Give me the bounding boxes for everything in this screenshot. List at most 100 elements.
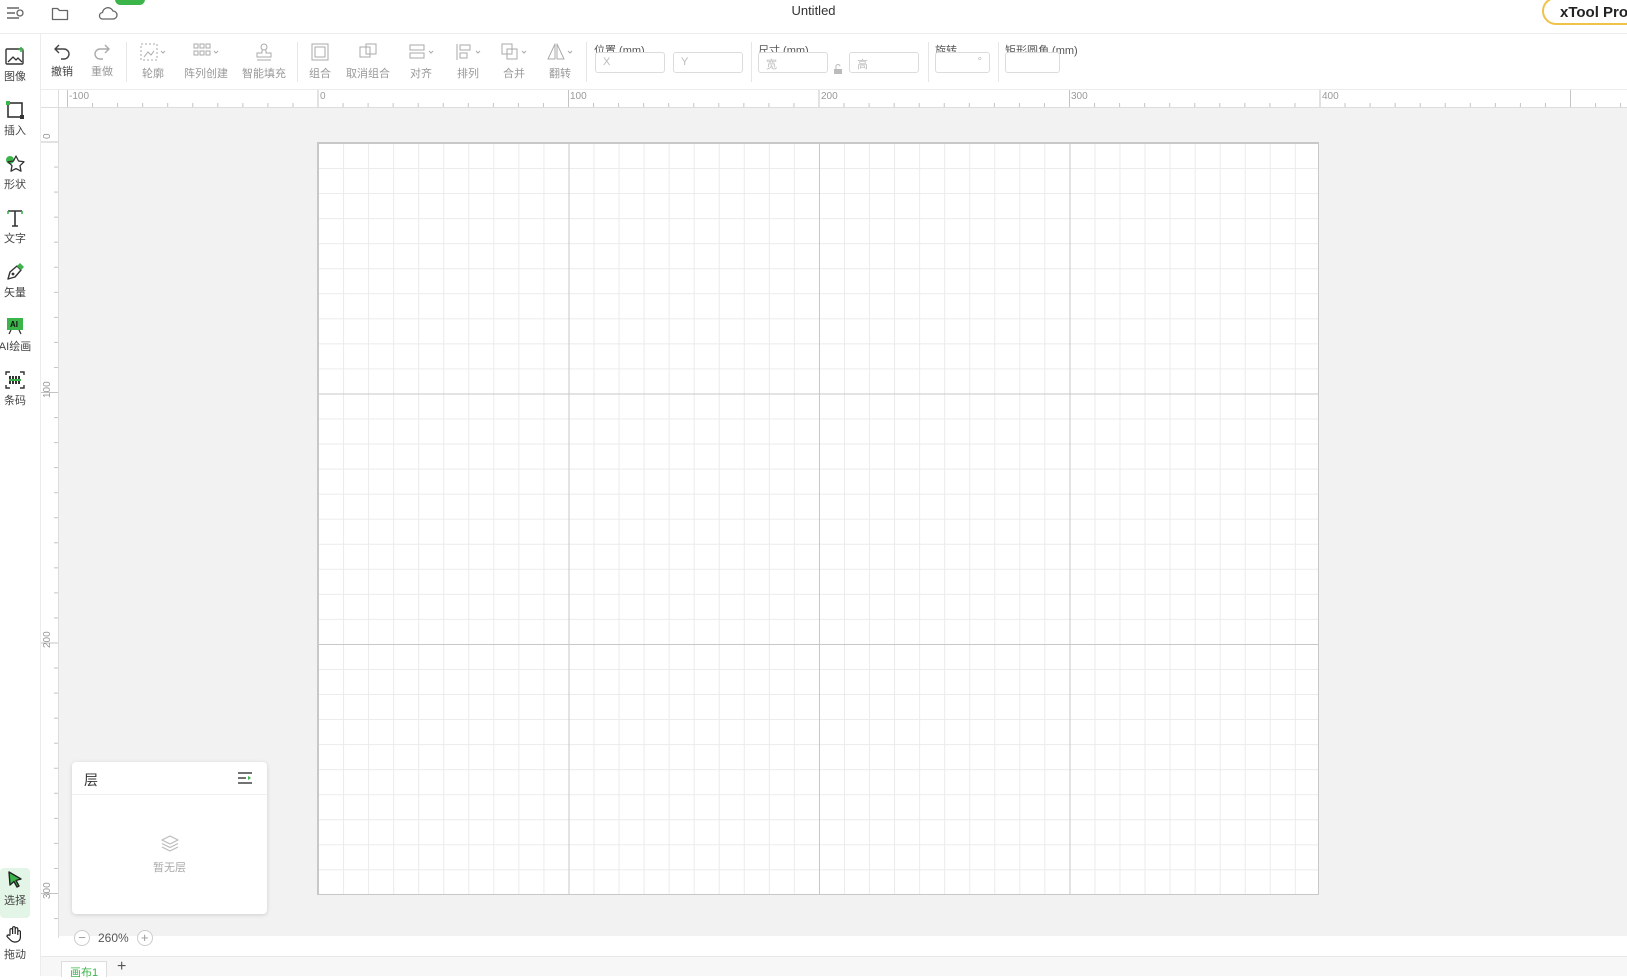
- tool-label: 文字: [4, 233, 26, 245]
- insert-icon: [6, 101, 24, 119]
- work-area-grid[interactable]: [317, 142, 1319, 895]
- toolbar-divider: [751, 42, 752, 82]
- ruler-label: 0: [42, 133, 53, 139]
- merge-button[interactable]: 合并: [500, 42, 528, 81]
- array-label: 阵列创建: [184, 68, 228, 80]
- ungroup-label: 取消组合: [346, 68, 390, 80]
- image-icon: [5, 47, 24, 65]
- zoom-level: 260%: [98, 931, 129, 945]
- title-bar: Untitled xTool Pro: [0, 0, 1627, 34]
- undo-label: 撤销: [51, 66, 73, 78]
- tool-vector[interactable]: 矢量: [0, 260, 30, 310]
- ungroup-icon: [359, 43, 377, 58]
- ruler-label: 400: [1322, 91, 1339, 102]
- layers-icon: [160, 835, 179, 852]
- tool-ai[interactable]: AI AI绘画: [0, 314, 32, 364]
- tool-insert[interactable]: 插入: [0, 98, 30, 148]
- flip-label: 翻转: [549, 68, 571, 80]
- arrange-icon: [456, 44, 481, 60]
- left-toolbar: 图像 插入 形状 文字 矢量 AI AI绘画 条码 选择 拖动: [0, 34, 41, 976]
- layers-title: 层: [84, 772, 98, 788]
- zoom-in-button[interactable]: +: [136, 930, 153, 946]
- tool-shape[interactable]: 形状: [0, 152, 30, 202]
- arrange-label: 排列: [457, 68, 479, 80]
- vertical-ruler-ticks: [41, 141, 58, 920]
- array-icon: [193, 43, 219, 56]
- rotate-input[interactable]: °: [935, 52, 990, 73]
- outline-button[interactable]: 轮廓: [139, 42, 167, 81]
- canvas-tab-bar: 画布1 +: [41, 956, 1627, 979]
- undo-icon: [54, 44, 70, 60]
- layers-menu-icon[interactable]: [237, 771, 253, 790]
- tool-label: AI绘画: [0, 341, 32, 353]
- cursor-icon: [8, 871, 22, 888]
- add-canvas-button[interactable]: +: [117, 958, 126, 976]
- layers-empty-text: 暂无层: [153, 862, 186, 874]
- tool-label: 图像: [4, 71, 26, 83]
- ruler-label: 100: [570, 91, 587, 102]
- align-button[interactable]: 对齐: [407, 42, 435, 81]
- flip-button[interactable]: 翻转: [546, 42, 574, 81]
- canvas-tab[interactable]: 画布1: [61, 961, 107, 979]
- tool-label: 插入: [4, 125, 26, 137]
- toolbar-divider: [586, 42, 587, 82]
- top-toolbar: 撤销 重做 轮廓 阵列创建 智能填充 组合 取消组合 对齐 排列 合并 翻转 位…: [41, 34, 1627, 90]
- stamp-icon: [256, 43, 272, 61]
- cloud-badge: [115, 0, 145, 5]
- tool-label: 矢量: [4, 287, 26, 299]
- ruler-label: 200: [42, 631, 53, 648]
- x-input[interactable]: X: [595, 52, 665, 73]
- tool-pan[interactable]: 拖动: [0, 922, 30, 972]
- zoom-control: − 260% +: [74, 928, 166, 948]
- tool-label: 形状: [4, 179, 26, 191]
- group-button[interactable]: 组合: [309, 42, 331, 81]
- arrange-button[interactable]: 排列: [454, 42, 482, 81]
- layers-panel: 层 暂无层: [72, 762, 267, 914]
- horizontal-ruler-ticks: [67, 90, 1622, 107]
- ruler-corner: [41, 90, 59, 108]
- pen-icon: [7, 263, 24, 280]
- height-input[interactable]: 高: [849, 52, 919, 73]
- lock-ratio-icon[interactable]: [832, 62, 844, 80]
- undo-button[interactable]: 撤销: [51, 42, 73, 79]
- toolbar-divider: [998, 42, 999, 82]
- smart-fill-button[interactable]: 智能填充: [242, 42, 286, 81]
- star-icon: [6, 155, 25, 172]
- merge-label: 合并: [503, 68, 525, 80]
- ruler-label: 100: [42, 381, 53, 398]
- tool-text[interactable]: 文字: [0, 206, 30, 256]
- align-label: 对齐: [410, 68, 432, 80]
- layers-empty-state: 暂无层: [72, 834, 267, 875]
- corner-radius-input[interactable]: [1005, 52, 1060, 73]
- tool-label: 选择: [4, 895, 26, 907]
- toolbar-divider: [297, 42, 298, 82]
- ai-icon: AI: [7, 318, 23, 335]
- group-label: 组合: [309, 68, 331, 80]
- tool-select[interactable]: 选择: [0, 868, 30, 918]
- ruler-label: -100: [69, 91, 90, 102]
- flip-icon: [547, 43, 573, 60]
- cloud-icon[interactable]: [95, 2, 119, 24]
- array-button[interactable]: 阵列创建: [184, 42, 228, 81]
- canvas-area[interactable]: [59, 108, 1627, 936]
- toolbar-divider: [928, 42, 929, 82]
- outline-icon: [140, 43, 166, 61]
- redo-button[interactable]: 重做: [91, 42, 113, 79]
- xtool-pro-button[interactable]: xTool Pro: [1542, 0, 1627, 25]
- ruler-label: 200: [821, 91, 838, 102]
- group-icon: [311, 43, 329, 61]
- folder-icon[interactable]: [48, 2, 72, 24]
- width-input[interactable]: 宽: [758, 52, 828, 73]
- degree-unit: °: [977, 56, 982, 68]
- tool-image[interactable]: 图像: [0, 44, 30, 94]
- y-input[interactable]: Y: [673, 52, 743, 73]
- smart-fill-label: 智能填充: [242, 68, 286, 80]
- horizontal-ruler: -100 0 100 200 300 400: [59, 90, 1627, 108]
- zoom-out-button[interactable]: −: [74, 930, 90, 946]
- hand-icon: [6, 926, 21, 943]
- menu-icon[interactable]: [3, 2, 27, 24]
- tool-label: 拖动: [4, 949, 26, 961]
- redo-icon: [94, 44, 110, 60]
- ungroup-button[interactable]: 取消组合: [346, 42, 390, 81]
- tool-barcode[interactable]: 条码: [0, 368, 30, 418]
